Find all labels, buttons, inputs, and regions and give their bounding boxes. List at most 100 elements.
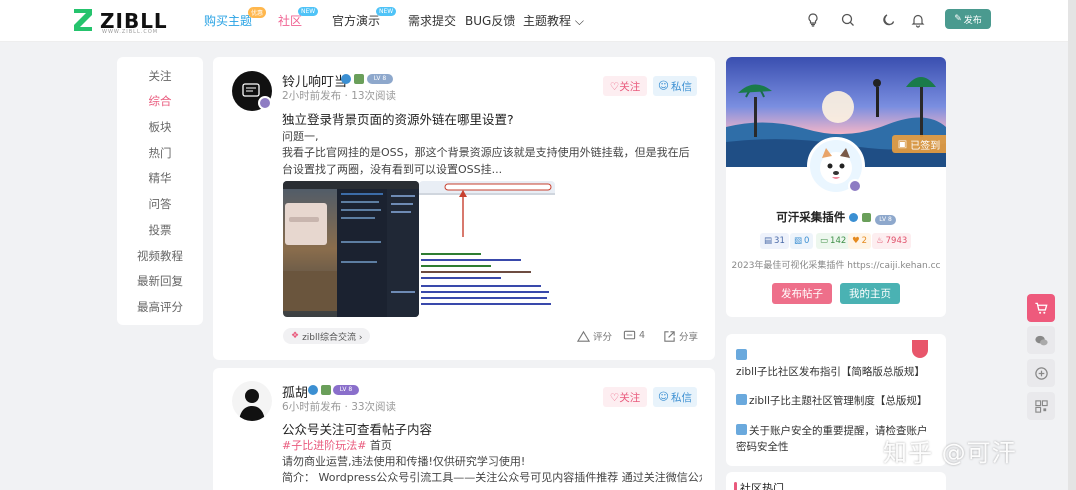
signed-in-badge: ▣ 已签到 bbox=[892, 135, 946, 153]
author-profile-card: ▣ 已签到 可汗采集插件 LV 8 ▤ 31 ▧ 0 ▭ 142 ♥ 2 ♨ 7943 2… bbox=[726, 57, 946, 317]
logo-subtext: WWW.ZIBLL.COM bbox=[102, 29, 159, 35]
add-button[interactable] bbox=[1027, 359, 1055, 387]
post-body-line1: 问题一, bbox=[282, 130, 319, 143]
follow-button[interactable]: ♡关注 bbox=[603, 76, 647, 96]
my-homepage-button[interactable]: 我的主页 bbox=[840, 283, 900, 304]
post-topic-line: #子比进阶玩法# 首页 bbox=[282, 438, 702, 455]
post-meta: 6小时前发布 · 33次阅读 bbox=[282, 401, 397, 413]
search-icon[interactable] bbox=[840, 12, 856, 28]
post-excerpt: 简介： Wordpress公众号引流工具——关注公众号可见内容插件推荐 通过关注… bbox=[282, 471, 702, 484]
signed-in-label: 已签到 bbox=[910, 140, 941, 152]
menu-item-boards[interactable]: 板块 bbox=[117, 119, 203, 135]
wechat-icon bbox=[1034, 335, 1048, 345]
comment-action[interactable]: 4 bbox=[623, 329, 645, 342]
follow-button-label: ♡关注 bbox=[609, 80, 641, 93]
medal-icon bbox=[321, 385, 331, 395]
wechat-button[interactable] bbox=[1027, 326, 1055, 354]
comment-icon: ▭ bbox=[820, 236, 829, 246]
nav-community[interactable]: 社区 NEW bbox=[278, 7, 319, 29]
level-badge: LV 8 bbox=[367, 74, 393, 84]
message-button-label: 私信 bbox=[670, 80, 692, 93]
post-meta: 2小时前发布 · 13次阅读 bbox=[282, 90, 397, 102]
nav-community-badge: NEW bbox=[298, 7, 319, 16]
board-tag-label: zibll综合交流 › bbox=[302, 332, 363, 343]
menu-item-general[interactable]: 综合 bbox=[117, 93, 203, 109]
follow-button-label: ♡关注 bbox=[609, 391, 641, 404]
bulb-icon[interactable] bbox=[805, 12, 821, 28]
publish-post-label: 发布帖子 bbox=[781, 288, 823, 300]
post-title[interactable]: 独立登录背景页面的资源外链在哪里设置? bbox=[282, 109, 514, 128]
announcement-text: zibll子比社区发布指引【简略版总版规】 bbox=[736, 366, 925, 378]
message-button[interactable]: ☺ 私信 bbox=[653, 76, 697, 96]
cart-icon bbox=[1034, 302, 1048, 314]
publish-post-button[interactable]: 发布帖子 bbox=[772, 283, 832, 304]
posts-icon: ▤ bbox=[764, 236, 773, 246]
message-button[interactable]: ☺ 私信 bbox=[653, 387, 697, 407]
stat-likes[interactable]: ♥ 2 bbox=[848, 233, 872, 249]
moon-icon[interactable] bbox=[881, 12, 897, 28]
question-icon: ▧ bbox=[794, 236, 803, 246]
cart-button[interactable] bbox=[1027, 294, 1055, 322]
post-disclaimer: 请勿商业运营,违法使用和传播!仅供研究学习使用! bbox=[282, 455, 526, 468]
verified-badge-icon bbox=[848, 179, 862, 193]
community-hot-card: 社区热门 bbox=[726, 472, 946, 490]
nav-buy-theme-label: 购买主题 bbox=[204, 14, 253, 28]
announcement-item[interactable]: zibll子比主题社区管理制度【总版规】 bbox=[736, 393, 936, 409]
site-logo[interactable]: ZIBLL WWW.ZIBLL.COM bbox=[72, 7, 167, 35]
publish-button[interactable]: ✎ 发布 bbox=[945, 9, 991, 29]
stat-posts[interactable]: ▤ 31 bbox=[760, 233, 789, 249]
post-image-desktop[interactable] bbox=[283, 181, 419, 317]
verified-check-icon bbox=[341, 74, 351, 84]
hot-section-title: 社区热门 bbox=[740, 482, 784, 490]
scrollbar[interactable] bbox=[1068, 0, 1076, 490]
stat-popularity-count: 7943 bbox=[885, 236, 908, 246]
comment-icon bbox=[623, 330, 636, 340]
zhihu-watermark: 知乎 @可汗 bbox=[883, 439, 1017, 467]
post-title[interactable]: 公众号关注可查看帖子内容 bbox=[282, 419, 432, 438]
post-card[interactable]: 铃儿响叮当 LV 8 2小时前发布 · 13次阅读 ♡关注 ☺ 私信 独立登录背… bbox=[213, 57, 715, 360]
message-button-label: 私信 bbox=[670, 391, 692, 404]
hot-fire-icon bbox=[912, 340, 928, 358]
announcement-text: zibll子比主题社区管理制度【总版规】 bbox=[749, 395, 928, 407]
profile-stats: ▤ 31 ▧ 0 ▭ 142 ♥ 2 ♨ 7943 bbox=[726, 233, 946, 249]
menu-item-featured[interactable]: 精华 bbox=[117, 170, 203, 186]
announcement-icon bbox=[736, 349, 747, 360]
menu-item-follow[interactable]: 关注 bbox=[117, 68, 203, 84]
topic-hashtag[interactable]: #子比进阶玩法# bbox=[282, 439, 366, 452]
nav-demo[interactable]: 官方演示 NEW bbox=[332, 7, 397, 29]
stat-questions-count: 0 bbox=[804, 236, 810, 246]
qrcode-button[interactable] bbox=[1027, 392, 1055, 420]
pencil-icon: ✎ bbox=[954, 14, 962, 24]
share-icon bbox=[664, 330, 675, 342]
nav-buy-theme[interactable]: 购买主题 优惠 bbox=[204, 7, 267, 29]
menu-item-vote[interactable]: 投票 bbox=[117, 222, 203, 238]
rate-action[interactable]: 评分 bbox=[577, 329, 612, 343]
stat-questions[interactable]: ▧ 0 bbox=[790, 233, 814, 249]
post-card[interactable]: 孤胡 LV 8 6小时前发布 · 33次阅读 ♡关注 ☺ 私信 公众号关注可查看… bbox=[213, 368, 715, 490]
person-silhouette-avatar-icon bbox=[239, 389, 265, 421]
nav-bug-report[interactable]: BUG反馈 bbox=[465, 12, 515, 29]
stat-popularity[interactable]: ♨ 7943 bbox=[872, 233, 912, 249]
nav-demo-badge: NEW bbox=[376, 7, 397, 16]
board-tag[interactable]: ❖ zibll综合交流 › bbox=[283, 328, 371, 344]
post-image-browser[interactable] bbox=[419, 181, 555, 317]
profile-name[interactable]: 可汗采集插件 bbox=[776, 210, 845, 224]
menu-item-video[interactable]: 视频教程 bbox=[117, 248, 203, 264]
browser-screenshot-image bbox=[419, 181, 555, 317]
share-label: 分享 bbox=[679, 332, 699, 343]
menu-item-qa[interactable]: 问答 bbox=[117, 196, 203, 212]
stat-comments[interactable]: ▭ 142 bbox=[816, 233, 851, 249]
share-action[interactable]: 分享 bbox=[663, 329, 698, 343]
bell-icon[interactable] bbox=[910, 12, 926, 28]
nav-demo-label: 官方演示 bbox=[332, 14, 381, 28]
menu-item-top-rated[interactable]: 最高评分 bbox=[117, 299, 203, 315]
verified-check-icon bbox=[308, 385, 318, 395]
nav-requests[interactable]: 需求提交 bbox=[408, 12, 456, 29]
avatar[interactable] bbox=[232, 381, 272, 421]
menu-item-latest-reply[interactable]: 最新回复 bbox=[117, 273, 203, 289]
follow-button[interactable]: ♡关注 bbox=[603, 387, 647, 407]
announcement-item[interactable]: zibll子比社区发布指引【简略版总版规】 bbox=[736, 348, 936, 380]
menu-item-hot[interactable]: 热门 bbox=[117, 145, 203, 161]
nav-tutorials[interactable]: 主题教程 ⌵ bbox=[523, 12, 584, 29]
plus-circle-icon bbox=[1034, 366, 1048, 380]
